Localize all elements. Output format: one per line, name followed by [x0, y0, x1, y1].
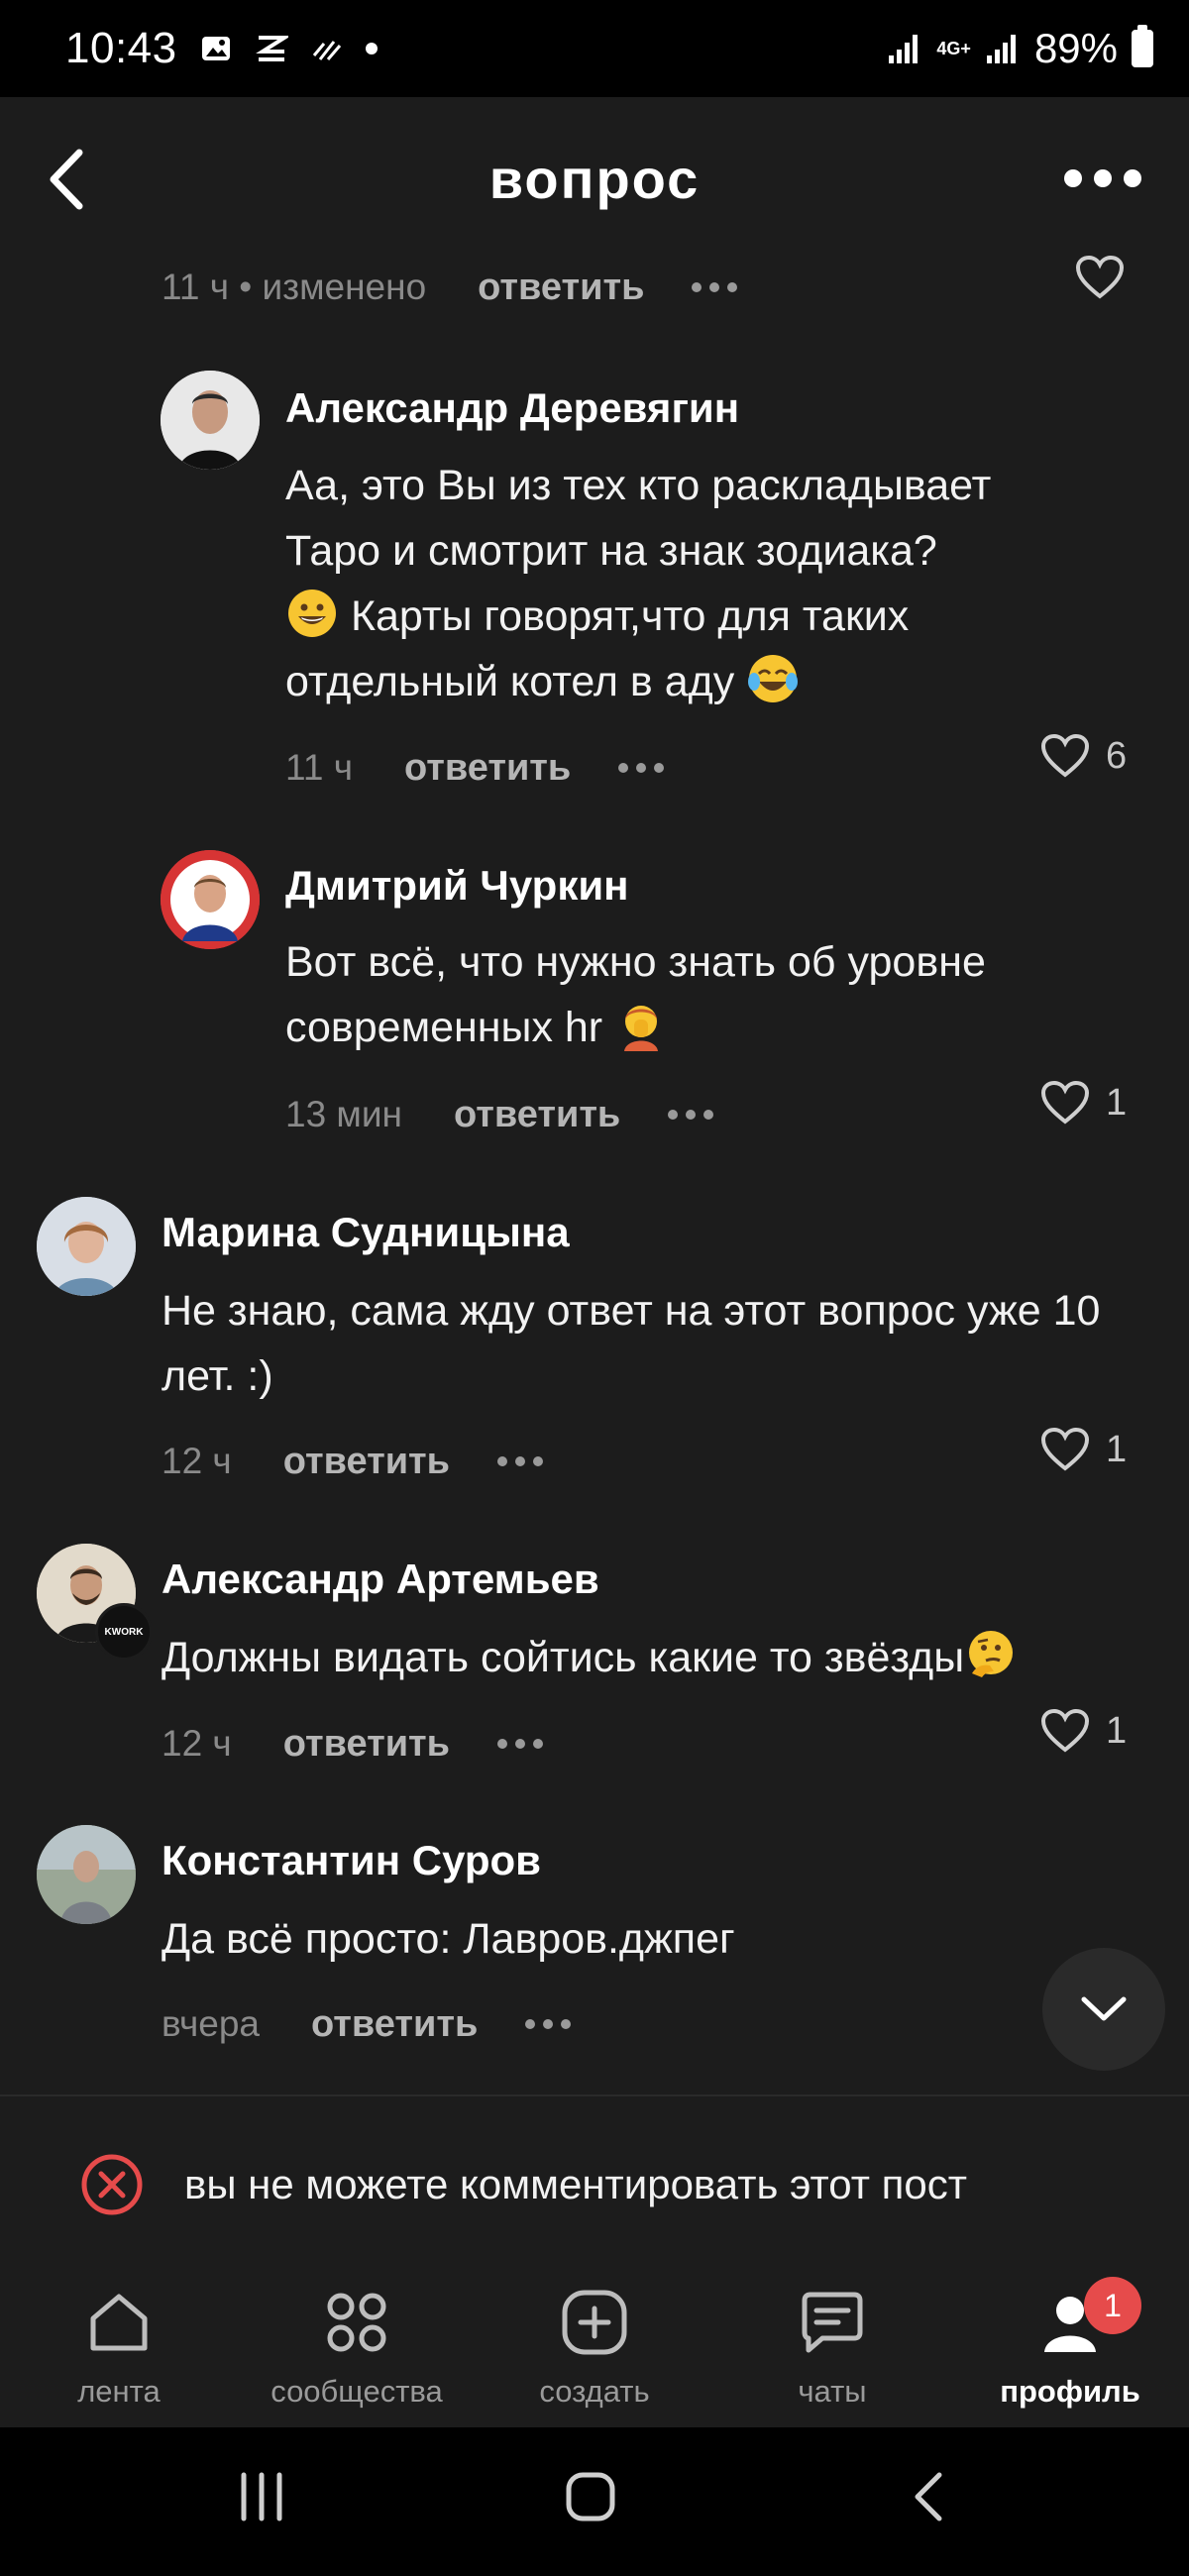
grinning-face-emoji-icon [288, 590, 336, 637]
comment-disabled-notice: вы не можете комментировать этот пост [79, 2152, 967, 2217]
gallery-icon [201, 37, 230, 60]
recent-apps-icon[interactable] [234, 2469, 289, 2524]
scroll-down-button[interactable] [1042, 1948, 1165, 2071]
battery-percent: 89% [1033, 25, 1118, 71]
signal-icon [889, 35, 919, 63]
chevron-down-icon [1081, 1996, 1127, 2021]
reply-button[interactable]: ответить [311, 2003, 478, 2046]
comment-text: Должны видать сойтись какие то звёзды [162, 1625, 1142, 1690]
comment-time: 12 ч [162, 1441, 232, 1481]
heart-icon [1040, 1708, 1090, 1753]
comment-meta: вчера ответить [162, 1999, 572, 2049]
nav-label: лента [77, 2374, 161, 2409]
comment-author[interactable]: Марина Судницына [162, 1209, 570, 1256]
comment-text: Да всё просто: Лавров.джпег [162, 1915, 735, 1963]
nav-label: чаты [798, 2374, 867, 2409]
like-button[interactable]: 1 [1040, 1078, 1127, 1127]
facepalm-emoji-icon [624, 1006, 659, 1051]
heart-icon [1040, 1080, 1090, 1125]
reply-button[interactable]: ответить [283, 1441, 450, 1483]
comment-time: вчера [162, 2003, 261, 2044]
parent-comment-meta: 11 ч • изменено ответить [162, 263, 738, 312]
network-type: 4G+ [936, 39, 971, 58]
reply-button[interactable]: ответить [454, 1094, 620, 1136]
signal-icon-2 [986, 35, 1016, 63]
divider [0, 2094, 1189, 2096]
home-icon [90, 2294, 148, 2351]
app-notification-icon [255, 36, 288, 61]
chat-icon [802, 2292, 863, 2353]
notification-badge: 1 [1084, 2277, 1141, 2334]
bottom-navigation: лента сообщества создать чаты 1 профиль [0, 2261, 1189, 2429]
comment-meta: 12 ч ответить [162, 1437, 544, 1486]
status-time: 10:43 [65, 24, 177, 72]
avatar[interactable] [37, 1825, 136, 1924]
reply-button[interactable]: ответить [478, 267, 644, 309]
comment-time: 12 ч [162, 1723, 232, 1764]
comment-more-icon[interactable] [525, 2019, 572, 2029]
like-count: 1 [1106, 1428, 1128, 1470]
like-count: 1 [1106, 1709, 1128, 1752]
heart-icon [1075, 255, 1125, 299]
comment-text: Аа, это Вы из тех кто раскладывает Таро … [285, 462, 992, 705]
like-button[interactable] [1075, 253, 1125, 302]
nav-chats[interactable]: чаты [713, 2261, 951, 2429]
data-activity-icon [312, 41, 341, 60]
comment-text: Вот всё, что нужно знать об уровне совре… [285, 938, 986, 1051]
comment-meta: 12 ч ответить [162, 1719, 544, 1769]
nav-label: создать [539, 2374, 650, 2409]
reply-button[interactable]: ответить [283, 1723, 450, 1766]
nav-profile[interactable]: 1 профиль [951, 2261, 1189, 2429]
nav-create[interactable]: создать [476, 2261, 713, 2429]
comment-author[interactable]: Дмитрий Чуркин [285, 862, 629, 910]
like-count: 6 [1106, 734, 1128, 777]
comment-more-icon[interactable] [618, 763, 665, 773]
comment-time: 11 ч • изменено [162, 267, 427, 307]
battery-icon [1132, 25, 1153, 67]
nav-feed[interactable]: лента [0, 2261, 238, 2429]
comment-more-icon[interactable] [497, 1456, 544, 1466]
thinking-face-emoji-icon [969, 1631, 1014, 1677]
avatar[interactable] [161, 850, 260, 949]
comment-time: 11 ч [285, 747, 353, 788]
more-options-button[interactable] [1064, 159, 1153, 198]
comment-time: 13 мин [285, 1094, 402, 1134]
reply-button[interactable]: ответить [404, 747, 571, 790]
like-button[interactable]: 6 [1040, 731, 1127, 781]
tears-of-joy-emoji-icon [748, 655, 799, 702]
page-title: вопрос [488, 148, 701, 210]
comment-author[interactable]: Александр Артемьев [162, 1556, 599, 1603]
comment-author[interactable]: Александр Деревягин [285, 384, 739, 432]
kwork-badge: KWORK [95, 1603, 153, 1661]
nav-label: сообщества [270, 2374, 443, 2409]
heart-icon [1040, 733, 1090, 778]
nav-communities[interactable]: сообщества [238, 2261, 476, 2429]
comment-meta: 13 мин ответить [285, 1090, 714, 1139]
comment-meta: 11 ч ответить [285, 743, 665, 793]
status-bar: 10:43 4G+ 89% [0, 0, 1189, 97]
comment-text: Не знаю, сама жду ответ на этот вопрос у… [162, 1287, 1101, 1400]
like-button[interactable]: 1 [1040, 1706, 1127, 1756]
app-header: вопрос [0, 97, 1189, 261]
avatar[interactable] [161, 371, 260, 470]
x-circle-icon [81, 2154, 143, 2215]
heart-icon [1040, 1427, 1090, 1471]
system-navigation-bar [0, 2427, 1189, 2576]
grid-icon [327, 2293, 386, 2352]
home-button-icon[interactable] [563, 2469, 618, 2524]
comment-more-icon[interactable] [692, 282, 738, 292]
system-back-icon[interactable] [904, 2469, 959, 2524]
notification-dot [365, 43, 378, 54]
comment-more-icon[interactable] [668, 1110, 714, 1120]
avatar[interactable] [37, 1197, 136, 1296]
back-arrow-icon[interactable] [40, 145, 99, 214]
nav-label: профиль [1000, 2374, 1140, 2409]
comment-author[interactable]: Константин Суров [162, 1837, 541, 1884]
comment-more-icon[interactable] [497, 1739, 544, 1749]
like-button[interactable]: 1 [1040, 1425, 1127, 1474]
like-count: 1 [1106, 1081, 1128, 1124]
plus-square-icon [562, 2290, 627, 2355]
notice-text: вы не можете комментировать этот пост [184, 2161, 967, 2207]
